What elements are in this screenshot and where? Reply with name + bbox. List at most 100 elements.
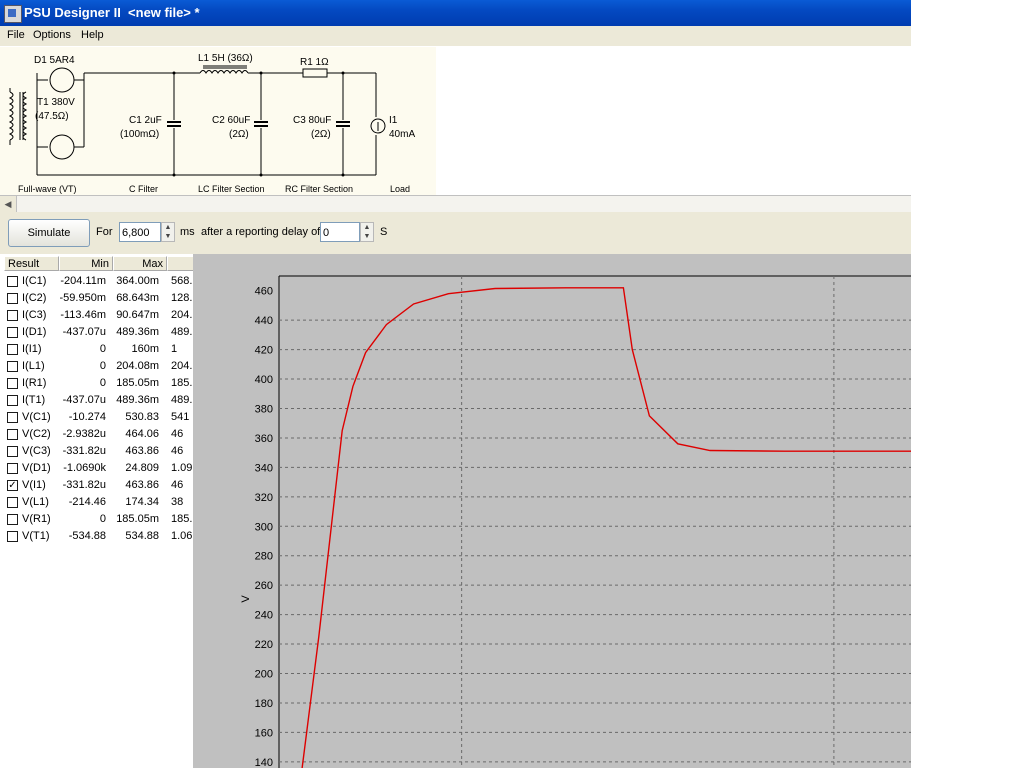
table-row[interactable]: I(R1) 0 185.05m 185. — [4, 376, 193, 393]
row-checkbox[interactable] — [7, 429, 18, 440]
result-min: 0 — [99, 343, 106, 355]
result-max: 489.36m — [116, 394, 159, 406]
simulate-button[interactable]: Simulate — [8, 219, 90, 247]
row-checkbox[interactable] — [7, 514, 18, 525]
app-icon[interactable] — [4, 5, 22, 23]
row-checkbox[interactable] — [7, 531, 18, 542]
y-axis-label: V — [240, 595, 252, 603]
result-max: 489.36m — [116, 326, 159, 338]
row-checkbox[interactable] — [7, 293, 18, 304]
result-extra: 46 — [171, 445, 184, 457]
section-fullwave: Full-wave (VT) — [18, 184, 77, 194]
section-c-filter: C Filter — [129, 184, 158, 194]
results-header: Result Min Max — [4, 256, 193, 272]
y-tick-label: 160 — [255, 727, 273, 739]
schematic-canvas[interactable]: D1 5AR4 T1 380V (47.5Ω) L1 5H (36Ω) R1 1… — [0, 47, 911, 195]
result-name: I(C2) — [22, 292, 47, 304]
result-extra: 128. — [171, 292, 193, 304]
y-tick-label: 420 — [255, 345, 273, 357]
result-name: I(I1) — [22, 343, 42, 355]
spin-up-icon[interactable]: ▲ — [162, 223, 174, 232]
row-checkbox[interactable] — [7, 344, 18, 355]
col-result[interactable]: Result — [4, 256, 59, 271]
row-checkbox[interactable] — [7, 310, 18, 321]
horizontal-scrollbar[interactable]: ◀ — [0, 195, 911, 213]
delay-input[interactable]: 0 — [320, 222, 360, 242]
table-row[interactable]: V(C2) -2.9382u 464.06 46 — [4, 427, 193, 444]
col-extra[interactable] — [167, 256, 193, 271]
label-c1-value: C1 2uF — [129, 115, 162, 126]
voltage-chart[interactable]: 460 440 420 400 380 360 340 320 300 280 260 240 220 2… — [193, 254, 911, 768]
table-row[interactable]: V(T1) -534.88 534.88 1.06 — [4, 529, 193, 546]
table-row[interactable]: I(L1) 0 204.08m 204. — [4, 359, 193, 376]
delay-spinner[interactable]: ▲ ▼ — [360, 222, 374, 242]
col-max[interactable]: Max — [113, 256, 167, 271]
row-checkbox[interactable] — [7, 412, 18, 423]
label-c2-esr: (2Ω) — [229, 129, 249, 140]
table-row[interactable]: I(I1) 0 160m 1 — [4, 342, 193, 359]
result-min: -204.11m — [60, 275, 106, 287]
label-t1-resistance: (47.5Ω) — [35, 111, 69, 122]
row-checkbox[interactable] — [7, 378, 18, 389]
y-tick-label: 180 — [255, 698, 273, 710]
spin-up-icon[interactable]: ▲ — [361, 223, 373, 232]
spin-down-icon[interactable]: ▼ — [162, 232, 174, 241]
result-extra: 38 — [171, 496, 184, 508]
result-min: -331.82u — [62, 445, 106, 457]
table-row[interactable]: I(C3) -113.46m 90.647m 204. — [4, 308, 193, 325]
table-row[interactable]: I(C2) -59.950m 68.643m 128. — [4, 291, 193, 308]
result-max: 90.647m — [116, 309, 159, 321]
table-row[interactable]: I(C1) -204.11m 364.00m 568. — [4, 274, 193, 291]
result-extra: 541 — [171, 411, 190, 423]
result-name: V(D1) — [22, 462, 51, 474]
y-tick-label: 360 — [255, 433, 273, 445]
y-tick-label: 200 — [255, 669, 273, 681]
result-extra: 1.06 — [171, 530, 193, 542]
result-extra: 204. — [171, 309, 193, 321]
result-min: -534.88 — [68, 530, 106, 542]
y-tick-label: 340 — [255, 462, 273, 474]
scroll-left-arrow-icon[interactable]: ◀ — [0, 196, 17, 212]
row-checkbox[interactable]: ✓ — [7, 480, 18, 491]
result-extra: 1.09 — [171, 462, 193, 474]
label-c3-value: C3 80uF — [293, 115, 331, 126]
table-row[interactable]: I(T1) -437.07u 489.36m 489. — [4, 393, 193, 410]
table-row[interactable]: I(D1) -437.07u 489.36m 489. — [4, 325, 193, 342]
duration-spinner[interactable]: ▲ ▼ — [161, 222, 175, 242]
duration-input[interactable]: 6,800 — [119, 222, 161, 242]
col-min[interactable]: Min — [59, 256, 113, 271]
result-max: 530.83 — [125, 411, 159, 423]
label-d1: D1 5AR4 — [34, 55, 75, 66]
table-row[interactable]: V(C1) -10.274 530.83 541 — [4, 410, 193, 427]
table-row[interactable]: V(R1) 0 185.05m 185. — [4, 512, 193, 529]
table-row[interactable]: V(L1) -214.46 174.34 38 — [4, 495, 193, 512]
menu-options[interactable]: Options — [30, 28, 74, 42]
result-name: V(C3) — [22, 445, 51, 457]
window-title: PSU Designer II <new file> * — [24, 5, 200, 20]
result-min: -10.274 — [68, 411, 106, 423]
menu-file[interactable]: File — [4, 28, 28, 42]
row-checkbox[interactable] — [7, 463, 18, 474]
row-checkbox[interactable] — [7, 276, 18, 287]
result-extra: 46 — [171, 428, 184, 440]
table-row[interactable]: V(D1) -1.0690k 24.809 1.09 — [4, 461, 193, 478]
result-name: V(I1) — [22, 479, 46, 491]
result-min: 0 — [99, 360, 106, 372]
series-line-v-i1 — [301, 287, 911, 768]
row-checkbox[interactable] — [7, 446, 18, 457]
table-row[interactable]: ✓ V(I1) -331.82u 463.86 46 — [4, 478, 193, 495]
row-checkbox[interactable] — [7, 395, 18, 406]
row-checkbox[interactable] — [7, 327, 18, 338]
table-row[interactable]: V(C3) -331.82u 463.86 46 — [4, 444, 193, 461]
menu-help[interactable]: Help — [78, 28, 107, 42]
label-r1: R1 1Ω — [300, 57, 329, 68]
label-c3-esr: (2Ω) — [311, 129, 331, 140]
section-lc-filter: LC Filter Section — [198, 184, 265, 194]
spin-down-icon[interactable]: ▼ — [361, 232, 373, 241]
result-name: I(C3) — [22, 309, 47, 321]
row-checkbox[interactable] — [7, 361, 18, 372]
row-checkbox[interactable] — [7, 497, 18, 508]
label-t1-voltage: T1 380V — [37, 97, 75, 108]
label-l1: L1 5H (36Ω) — [198, 53, 253, 64]
circuit-schematic: D1 5AR4 T1 380V (47.5Ω) L1 5H (36Ω) R1 1… — [0, 47, 436, 195]
